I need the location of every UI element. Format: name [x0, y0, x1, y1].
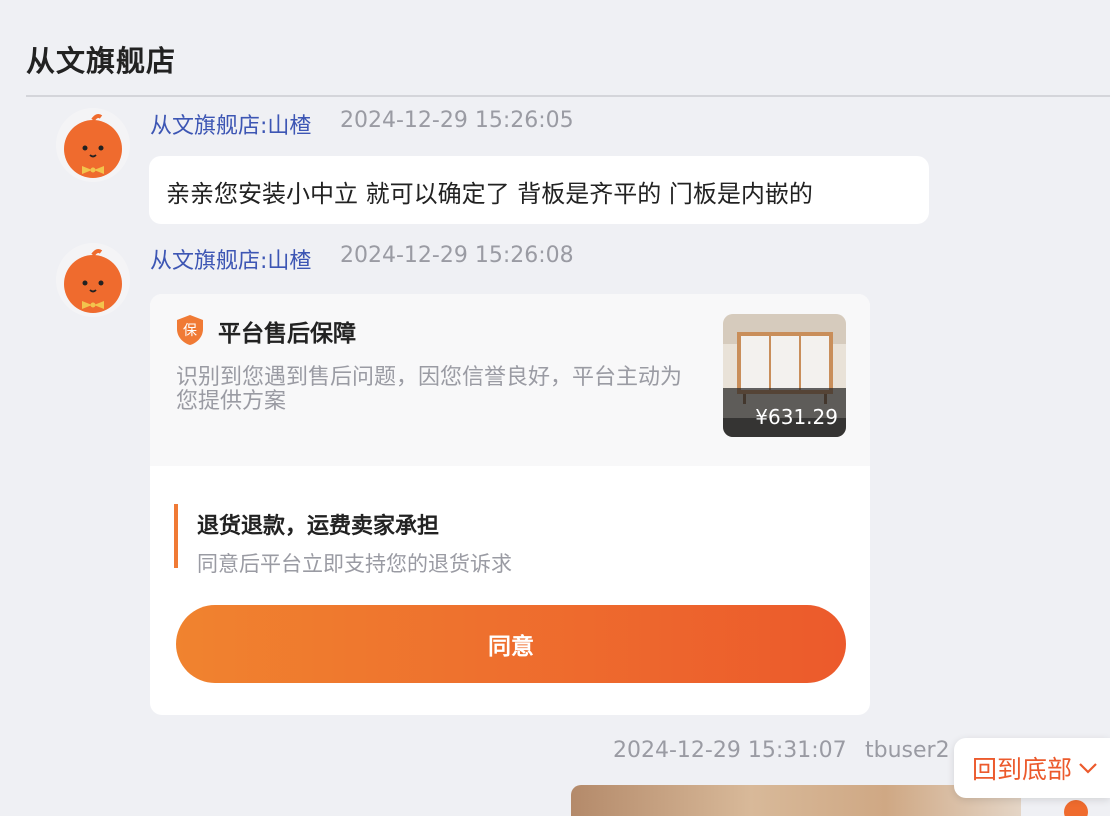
- sent-image-preview[interactable]: [571, 785, 1021, 816]
- header-divider: [26, 95, 1110, 97]
- card-description: 识别到您遇到售后问题，因您信誉良好，平台主动为您提供方案: [176, 365, 683, 414]
- back-to-bottom-label: 回到底部: [972, 755, 1073, 784]
- page-title: 从文旗舰店: [26, 44, 177, 78]
- message-text: 亲亲您安装小中立 就可以确定了 背板是齐平的 门板是内嵌的: [166, 180, 813, 208]
- pumpkin-mascot-icon: [64, 114, 122, 178]
- avatar[interactable]: [56, 108, 130, 182]
- product-price: ¥631.29: [755, 405, 838, 429]
- message-timestamp: 2024-12-29 15:26:08: [340, 243, 574, 268]
- back-to-bottom-button[interactable]: 回到底部: [954, 738, 1110, 798]
- my-username: tbuser2: [865, 738, 950, 763]
- option-accent-bar: [174, 504, 178, 568]
- pumpkin-mascot-icon: [64, 249, 122, 313]
- my-message-timestamp: 2024-12-29 15:31:07: [613, 738, 847, 763]
- message-bubble: 亲亲您安装小中立 就可以确定了 背板是齐平的 门板是内嵌的: [149, 156, 929, 224]
- sender-name[interactable]: 从文旗舰店:山楂: [150, 243, 311, 275]
- svg-text:保: 保: [183, 323, 197, 339]
- message-timestamp: 2024-12-29 15:26:05: [340, 108, 574, 133]
- shield-icon: 保: [177, 315, 203, 345]
- agree-button[interactable]: 同意: [176, 605, 846, 683]
- after-sale-card: 保 平台售后保障 识别到您遇到售后问题，因您信誉良好，平台主动为您提供方案 ¥6…: [150, 294, 870, 715]
- card-header-section: 保 平台售后保障 识别到您遇到售后问题，因您信誉良好，平台主动为您提供方案 ¥6…: [150, 294, 870, 466]
- product-thumbnail[interactable]: ¥631.29: [723, 314, 846, 437]
- sender-name[interactable]: 从文旗舰店:山楂: [150, 108, 311, 140]
- card-title: 平台售后保障: [218, 321, 356, 347]
- avatar[interactable]: [56, 243, 130, 317]
- option-description: 同意后平台立即支持您的退货诉求: [197, 552, 512, 576]
- chevron-down-icon: [1079, 763, 1097, 774]
- option-title: 退货退款，运费卖家承担: [197, 514, 440, 539]
